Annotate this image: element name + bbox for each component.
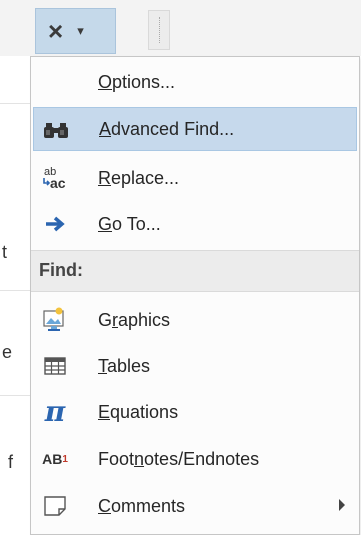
menu-item-advanced-find[interactable]: Advanced Find...	[33, 107, 357, 151]
footnote-icon: AB 1	[41, 445, 69, 473]
pi-glyph: π	[44, 395, 66, 428]
menu-item-label: Go To...	[98, 214, 161, 235]
background-divider	[0, 290, 30, 291]
background-divider	[0, 395, 30, 396]
menu-item-label: Advanced Find...	[99, 119, 234, 140]
submenu-arrow-icon	[339, 499, 345, 511]
footnote-icon-sup: 1	[62, 453, 68, 465]
find-dropdown-menu: Options... Advanced Find... ab ac Replac…	[30, 56, 360, 535]
menu-item-replace[interactable]: ab ac Replace...	[33, 156, 357, 200]
menu-item-label: Graphics	[98, 310, 170, 331]
menu-item-go-to[interactable]: Go To...	[33, 202, 357, 246]
menu-item-label: Comments	[98, 496, 185, 517]
background-text-fragment: e	[2, 342, 13, 362]
background-text-fragment: t	[2, 242, 8, 262]
label-part: G	[98, 309, 113, 330]
footnote-icon-text: AB	[42, 451, 63, 467]
replace-icon: ab ac	[41, 164, 69, 192]
find-section-header: Find:	[31, 250, 359, 292]
label-part: Foot	[98, 448, 135, 469]
toolbar-separator	[148, 10, 170, 50]
binoculars-icon	[42, 116, 70, 144]
menu-item-label: Replace...	[98, 168, 179, 189]
label-part: otes/Endnotes	[144, 448, 260, 469]
label-part: ptions...	[112, 71, 176, 92]
menu-item-tables[interactable]: Tables	[33, 344, 357, 388]
close-icon: ×	[48, 16, 64, 46]
menu-item-graphics[interactable]: Graphics	[33, 298, 357, 342]
menu-item-options[interactable]: Options...	[33, 60, 357, 104]
label-accelerator: A	[99, 118, 112, 139]
label-part: dvanced Find...	[111, 118, 235, 139]
comment-icon	[41, 492, 69, 520]
label-part: ables	[107, 355, 151, 376]
label-part: aphics	[118, 309, 171, 330]
label-accelerator: E	[98, 401, 111, 422]
label-accelerator: R	[98, 167, 111, 188]
menu-item-label: Equations	[98, 402, 178, 423]
menu-item-equations[interactable]: π Equations	[33, 390, 357, 434]
pi-icon: π	[41, 398, 69, 426]
label-accelerator: n	[134, 448, 145, 469]
label-part: omments	[111, 495, 186, 516]
find-section-label: Find:	[39, 260, 83, 280]
replace-icon-text-bottom: ac	[50, 175, 66, 191]
table-icon	[41, 352, 69, 380]
label-part: quations	[110, 401, 179, 422]
label-accelerator: O	[98, 71, 113, 92]
menu-item-label: Options...	[98, 72, 175, 93]
chevron-down-icon: ▾	[77, 23, 84, 38]
label-part: o To...	[112, 213, 161, 234]
label-part: eplace...	[111, 167, 180, 188]
arrow-right-icon	[41, 210, 69, 238]
menu-item-label: Tables	[98, 356, 150, 377]
menu-item-comments[interactable]: Comments	[33, 484, 357, 528]
close-dropdown-button[interactable]: × ▾	[35, 8, 116, 54]
background-divider	[0, 103, 30, 104]
menu-item-footnotes-endnotes[interactable]: AB 1 Footnotes/Endnotes	[33, 437, 357, 481]
label-accelerator: C	[98, 495, 111, 516]
menu-item-label: Footnotes/Endnotes	[98, 449, 259, 470]
label-accelerator: G	[98, 213, 113, 234]
label-accelerator: T	[98, 355, 107, 376]
graphics-icon	[41, 306, 69, 334]
